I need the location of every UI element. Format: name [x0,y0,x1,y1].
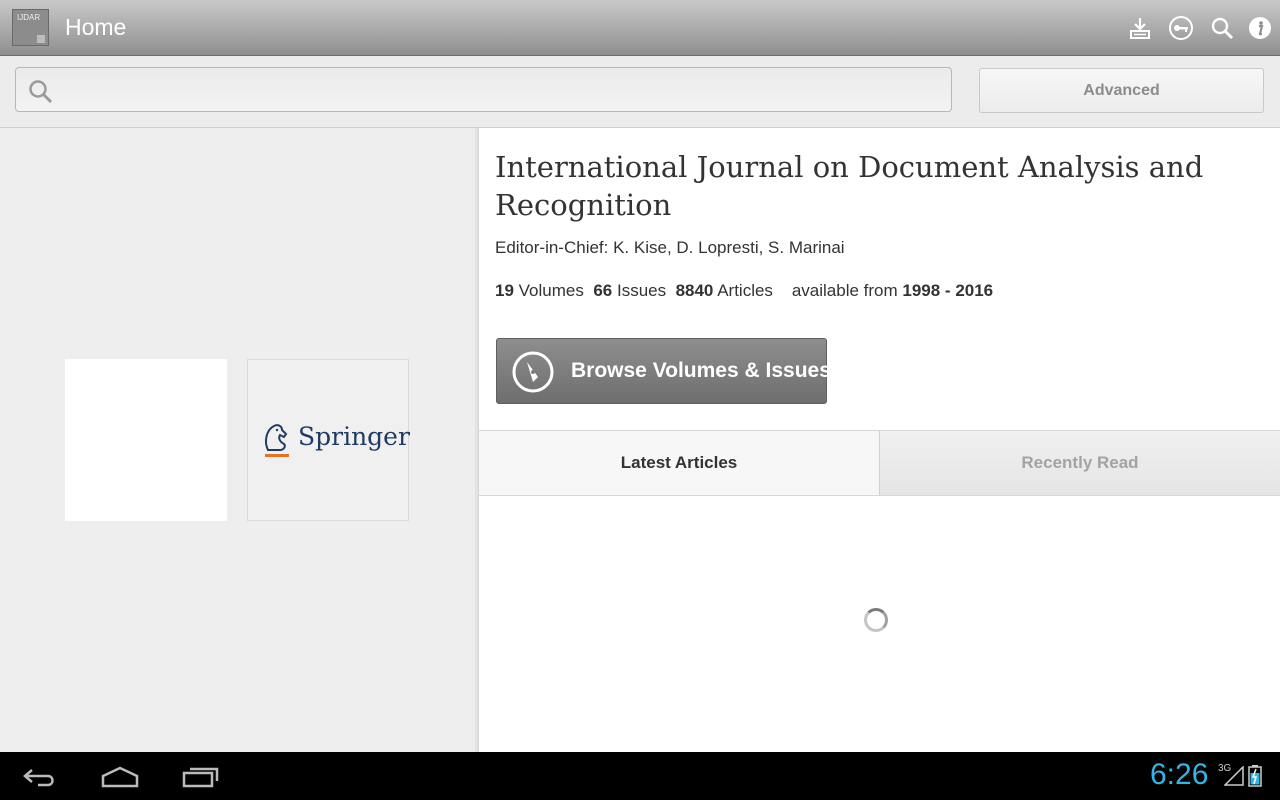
recent-apps-icon[interactable] [182,766,220,792]
volumes-label: Volumes [518,281,584,300]
advanced-search-button[interactable]: Advanced [979,68,1264,113]
volumes-count: 19 [495,281,514,300]
battery-icon [1248,765,1262,791]
search-field-icon [28,79,54,109]
available-label: available from [791,281,898,300]
back-icon[interactable] [22,766,58,792]
download-icon[interactable] [1127,15,1153,41]
tab-recently-read[interactable]: Recently Read [879,431,1280,495]
key-icon[interactable] [1168,15,1194,41]
journal-title: International Journal on Document Analys… [495,150,1204,222]
search-row: Advanced [0,56,1280,128]
action-bar: IJDAR Home [0,0,1280,56]
right-pane: International Journal on Document Analys… [479,128,1280,752]
available-range: 1998 - 2016 [902,281,994,300]
tab-latest-articles[interactable]: Latest Articles [479,431,879,495]
search-box[interactable] [15,67,952,112]
signal-icon [1223,765,1244,790]
articles-label: Articles [717,281,773,300]
editor-in-chief: Editor-in-Chief: K. Kise, D. Lopresti, S… [495,238,845,257]
system-nav-bar: 6:26 3G [0,752,1280,800]
issues-label: Issues [616,281,667,300]
clock: 6:26 [1150,758,1209,791]
info-icon[interactable] [1247,15,1273,41]
browse-volumes-button[interactable]: Browse Volumes & Issues [496,338,831,404]
springer-horse-icon [265,424,289,457]
compass-icon [511,350,555,398]
browse-volumes-label: Browse Volumes & Issues [571,359,831,382]
journal-cover-image [65,359,227,521]
search-input[interactable] [66,76,930,106]
publisher-name: Springer [298,422,410,451]
app-icon[interactable]: IJDAR [12,9,49,46]
left-pane: Springer [0,128,475,752]
app-icon-label: IJDAR [17,13,41,22]
articles-count: 8840 [675,281,714,300]
journal-stats: 19 Volumes 66 Issues 8840 Articles avail… [495,281,993,301]
loading-spinner [864,608,888,632]
search-icon[interactable] [1209,15,1235,41]
app-icon-badge [37,35,45,43]
home-icon[interactable] [100,766,140,792]
article-tabs: Latest Articles Recently Read [479,430,1280,496]
publisher-logo: Springer [247,359,410,521]
issues-count: 66 [593,281,613,300]
page-title: Home [65,14,127,40]
